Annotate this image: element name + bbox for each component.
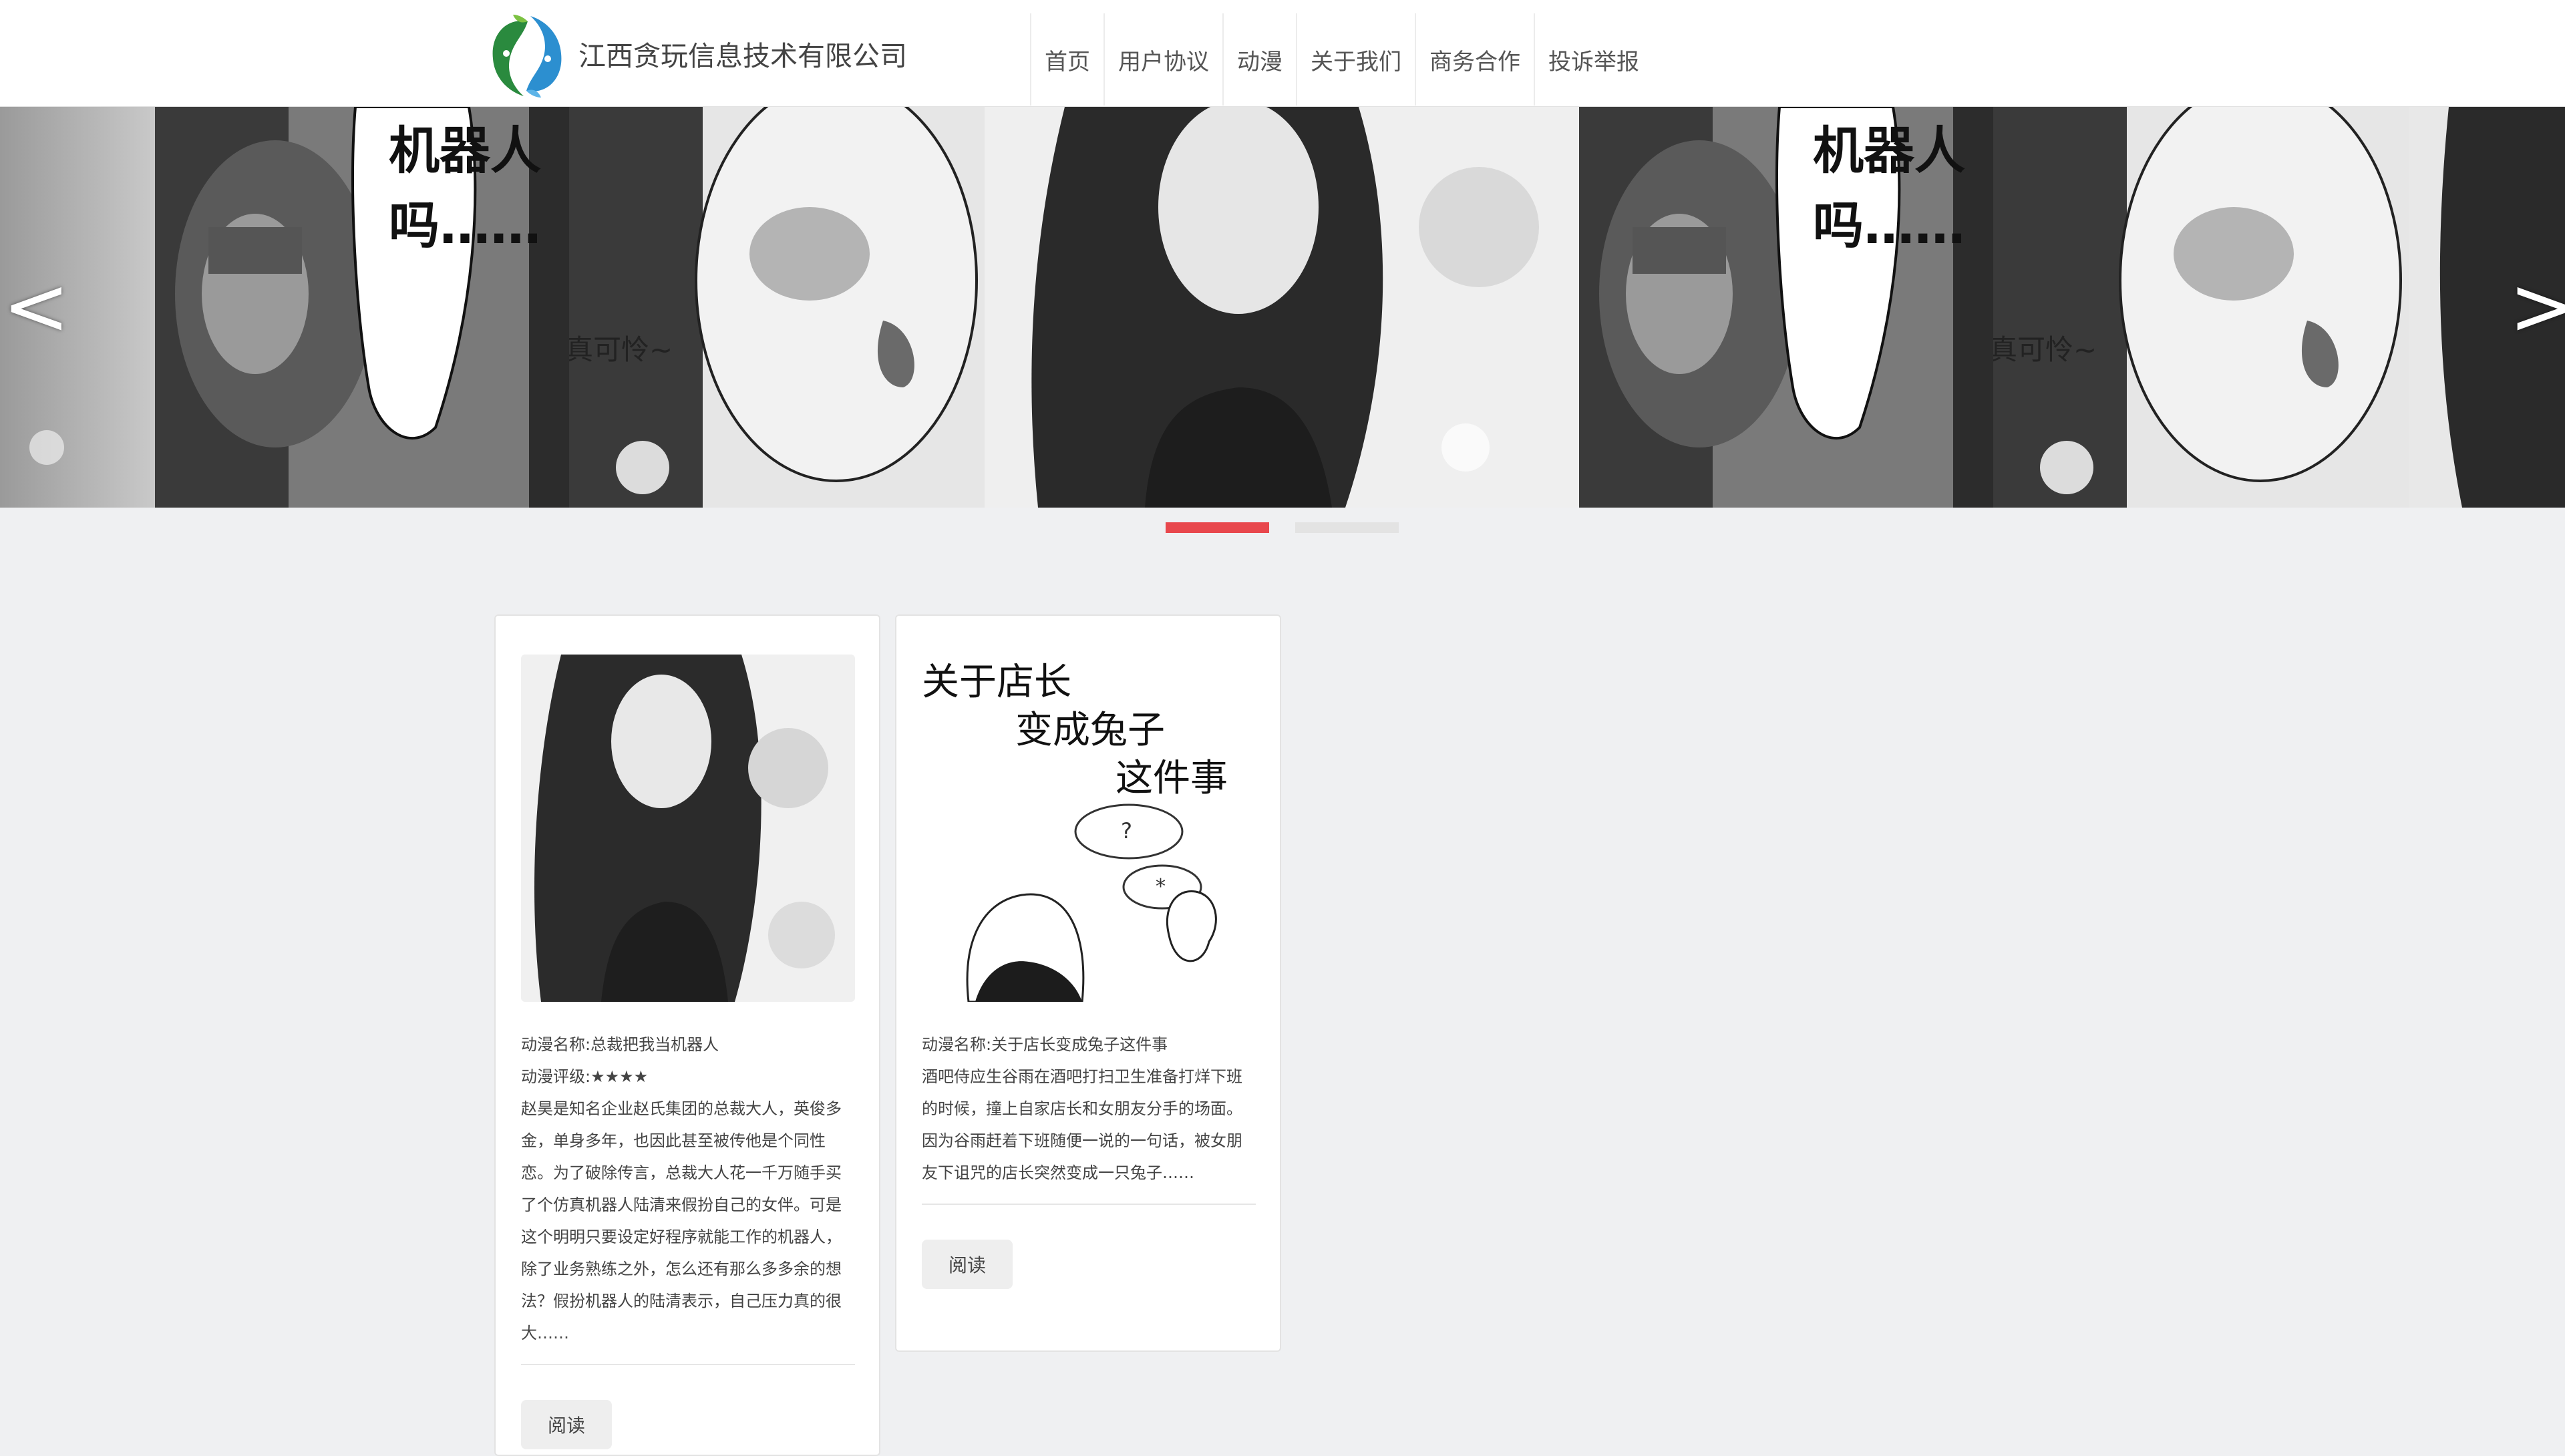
anime-desc-line: 酒吧侍应生谷雨在酒吧打扫卫生准备打烊下班 [922,1067,1242,1086]
carousel-panel-woman [985,107,1579,508]
anime-info: 动漫名称:关于店长变成兔子这件事 酒吧侍应生谷雨在酒吧打扫卫生准备打烊下班 的时… [922,1029,1256,1189]
next-arrow-icon[interactable]: > [2509,267,2565,347]
carousel-bubble-line-1b: 机器人 [1813,121,1965,180]
carousel-indicators [0,522,2565,533]
anime-desc-line: 大…… [521,1324,569,1342]
anime-desc-line: 除了业务熟练之外，怎么还有那么多多余的想 [521,1260,842,1278]
anime-desc-line: 友下诅咒的店长突然变成一只兔子…… [922,1163,1194,1182]
anime-desc-line: 因为谷雨赶着下班随便一说的一句话，被女朋 [922,1131,1242,1150]
anime-info: 动漫名称:总裁把我当机器人 动漫评级:★★★★ 赵昊是知名企业赵氏集团的总裁大人… [521,1029,855,1349]
anime-desc-line: 赵昊是知名企业赵氏集团的总裁大人，英俊多 [521,1099,842,1118]
read-button[interactable]: 阅读 [922,1240,1013,1289]
nav-home[interactable]: 首页 [1030,13,1103,106]
company-logo-icon[interactable] [486,12,568,100]
cover-bubble-question: ? [1121,818,1132,844]
nav-complaints[interactable]: 投诉举报 [1534,13,1653,106]
read-button[interactable]: 阅读 [521,1400,612,1449]
carousel-bubble-line-1: 机器人 [389,121,541,180]
anime-desc-line: 这个明明只要设定好程序就能工作的机器人， [521,1228,842,1246]
nav-business[interactable]: 商务合作 [1415,13,1534,106]
anime-cover-image[interactable]: 关于店长 变成兔子 这件事 ? * [922,655,1256,1002]
cover-title-line-2: 变成兔子 [1015,709,1165,752]
carousel-bubble-line-2b: 吗…… [1813,196,1965,255]
card-divider [521,1364,855,1365]
anime-desc-line: 了个仿真机器人陆清来假扮自己的女伴。可是 [521,1196,842,1214]
anime-desc-line: 金，单身多年，也因此甚至被传他是个同性 [521,1131,826,1150]
cover-title-line-1: 关于店长 [922,661,1071,704]
carousel-panel-ghost: 真可怜~ [569,107,985,508]
carousel-panel-girl-bubble-2: 机器人 吗…… [1579,107,1993,508]
anime-name: 动漫名称:总裁把我当机器人 [521,1035,719,1054]
nav-about-us[interactable]: 关于我们 [1296,13,1415,106]
anime-desc-line: 恋。为了破除传言，总裁大人花一千万随手买 [521,1163,842,1182]
carousel-panel-girl-bubble: 机器人 吗…… [155,107,569,508]
carousel-dot-1[interactable] [1166,522,1269,533]
prev-arrow-icon[interactable]: < [3,267,70,347]
anime-card: 关于店长 变成兔子 这件事 ? * 动漫名称:关于店长变成兔子这件事 酒吧侍应生… [895,614,1281,1352]
carousel-caption-2: 真可怜~ [1993,333,2097,366]
anime-rating: 动漫评级:★★★★ [521,1067,649,1086]
anime-card: 动漫名称:总裁把我当机器人 动漫评级:★★★★ 赵昊是知名企业赵氏集团的总裁大人… [494,614,880,1456]
banner-carousel[interactable]: 机器人 吗…… 真可怜~ 机器人 吗…… 真可怜~ < > [0,107,2565,508]
carousel-panel-ghost-2: 真可怜~ [1993,107,2409,508]
cover-title-line-3: 这件事 [1116,757,1228,800]
anime-name: 动漫名称:关于店长变成兔子这件事 [922,1035,1168,1054]
carousel-dot-2[interactable] [1295,522,1399,533]
anime-cover-image[interactable] [521,655,855,1002]
nav-user-agreement[interactable]: 用户协议 [1103,13,1222,106]
company-name: 江西贪玩信息技术有限公司 [578,40,907,72]
carousel-caption: 真可怜~ [569,333,673,366]
cover-bubble-star: * [1156,875,1166,898]
carousel-bubble-line-2: 吗…… [389,196,541,255]
site-header: 江西贪玩信息技术有限公司 首页 用户协议 动漫 关于我们 商务合作 投诉举报 [0,0,2565,108]
nav-anime[interactable]: 动漫 [1222,13,1296,106]
main-nav: 首页 用户协议 动漫 关于我们 商务合作 投诉举报 [1030,13,1653,106]
card-divider [922,1204,1256,1205]
anime-desc-line: 法？假扮机器人的陆清表示，自己压力真的很 [521,1292,842,1310]
anime-desc-line: 的时候，撞上自家店长和女朋友分手的场面。 [922,1099,1242,1118]
